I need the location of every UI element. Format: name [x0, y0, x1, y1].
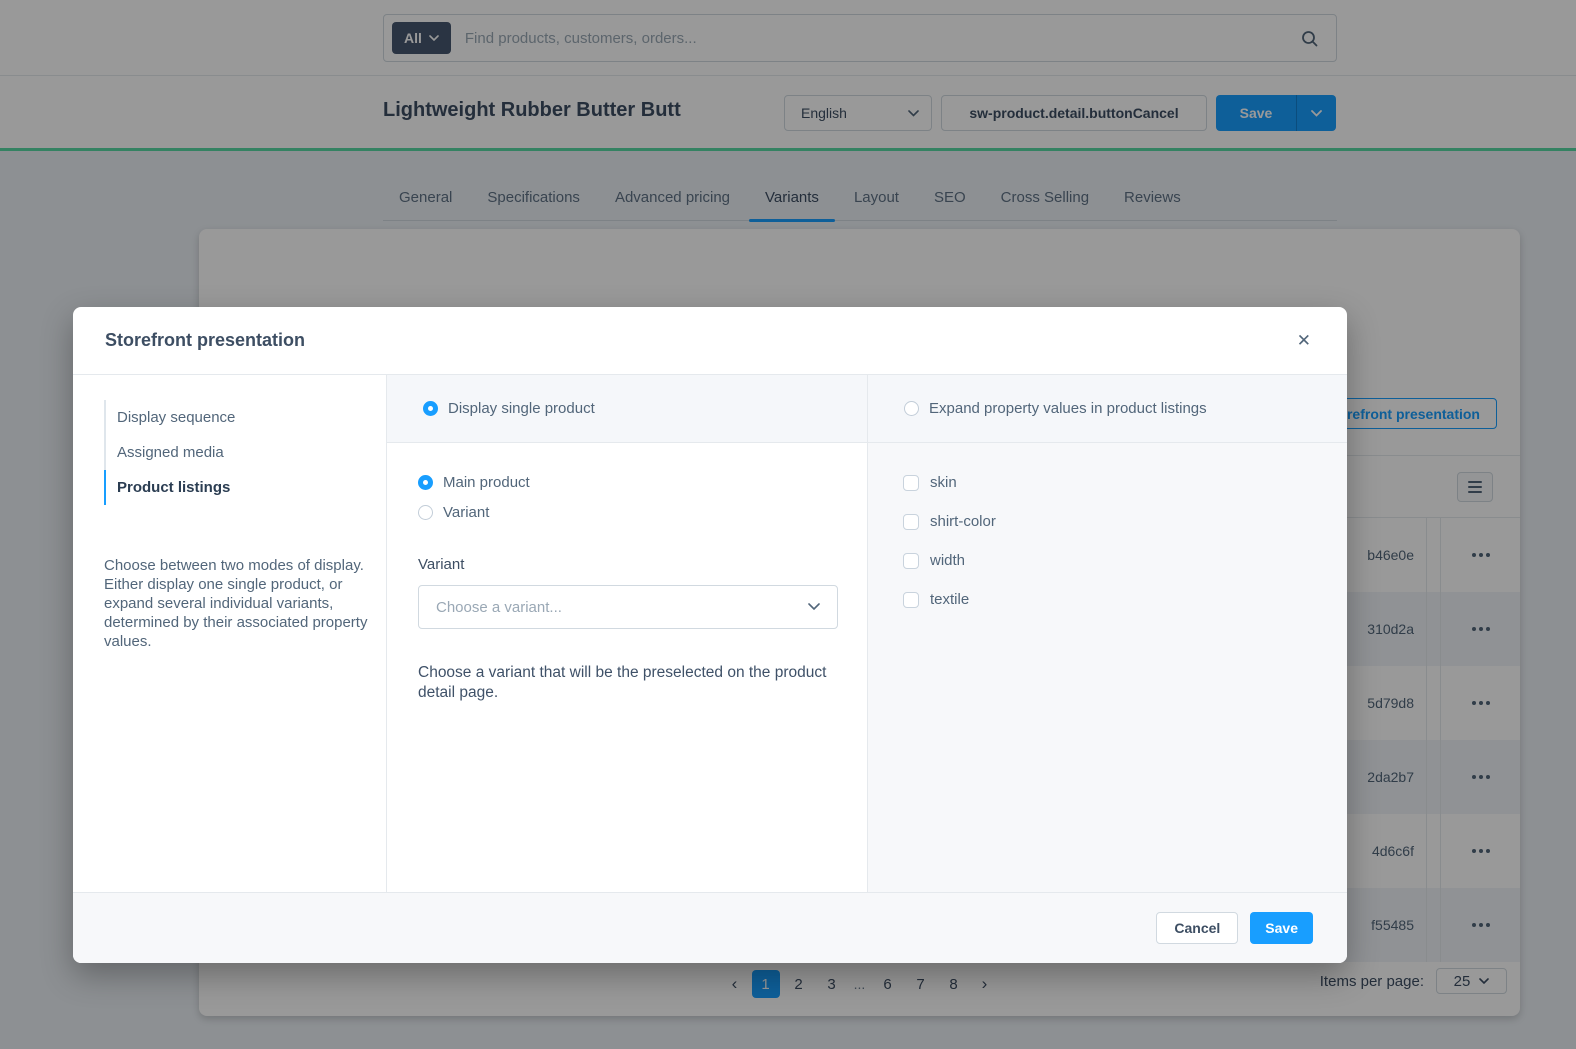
checkbox-label: textile: [930, 591, 969, 608]
checkbox-icon: [903, 592, 919, 608]
checkbox-icon: [903, 475, 919, 491]
radio-on-icon: [418, 475, 433, 490]
sidebar-item-display-sequence[interactable]: Display sequence: [104, 400, 362, 435]
checkbox-icon: [903, 514, 919, 530]
single-product-column: Display single product Main product Vari…: [387, 375, 868, 892]
storefront-presentation-modal: Storefront presentation ✕ Display sequen…: [73, 307, 1347, 963]
expand-properties-column: Expand property values in product listin…: [868, 375, 1347, 892]
app-root: All Lightweight Rubber Butter Butt Engli…: [0, 0, 1576, 1049]
sidebar-item-product-listings[interactable]: Product listings: [104, 470, 362, 505]
variant-select[interactable]: Choose a variant...: [418, 585, 838, 629]
modal-title: Storefront presentation: [105, 330, 305, 351]
property-checkbox-width[interactable]: width: [903, 552, 1317, 569]
main-product-radio[interactable]: Main product: [418, 474, 837, 491]
modal-header: Storefront presentation ✕: [73, 307, 1347, 375]
variant-select-placeholder: Choose a variant...: [436, 599, 562, 616]
single-product-mode-header: Display single product: [387, 375, 867, 443]
modal-sidebar: Display sequence Assigned media Product …: [73, 375, 387, 892]
radio-label: Main product: [443, 474, 530, 491]
modal-body: Display sequence Assigned media Product …: [73, 375, 1347, 892]
main-or-variant-group: Main product Variant: [418, 474, 837, 521]
expand-property-values-radio[interactable]: Expand property values in product listin…: [904, 400, 1207, 417]
modal-save-button[interactable]: Save: [1250, 912, 1313, 944]
variant-field-label: Variant: [418, 556, 837, 573]
radio-off-icon: [904, 401, 919, 416]
checkbox-icon: [903, 553, 919, 569]
cancel-button[interactable]: Cancel: [1156, 912, 1238, 944]
radio-label: Display single product: [448, 400, 595, 417]
single-product-body: Main product Variant Variant Choose a va…: [387, 443, 867, 892]
radio-on-icon: [423, 401, 438, 416]
modal-footer: Cancel Save: [73, 892, 1347, 963]
chevron-down-icon: [808, 603, 820, 611]
expand-mode-header: Expand property values in product listin…: [868, 375, 1347, 443]
mode-description: Choose between two modes of display. Eit…: [104, 556, 368, 651]
property-checkbox-skin[interactable]: skin: [903, 474, 1317, 491]
variant-help-text: Choose a variant that will be the presel…: [418, 663, 828, 702]
checkbox-label: skin: [930, 474, 957, 491]
close-icon[interactable]: ✕: [1297, 332, 1311, 349]
checkbox-label: width: [930, 552, 965, 569]
checkbox-label: shirt-color: [930, 513, 996, 530]
property-checkbox-textile[interactable]: textile: [903, 591, 1317, 608]
display-single-product-radio[interactable]: Display single product: [423, 400, 595, 417]
radio-label: Variant: [443, 504, 489, 521]
property-checkbox-shirt-color[interactable]: shirt-color: [903, 513, 1317, 530]
variant-radio[interactable]: Variant: [418, 504, 837, 521]
sidebar-item-assigned-media[interactable]: Assigned media: [104, 435, 362, 470]
properties-list: skin shirt-color width textile: [868, 443, 1347, 892]
radio-label: Expand property values in product listin…: [929, 400, 1207, 417]
radio-off-icon: [418, 505, 433, 520]
